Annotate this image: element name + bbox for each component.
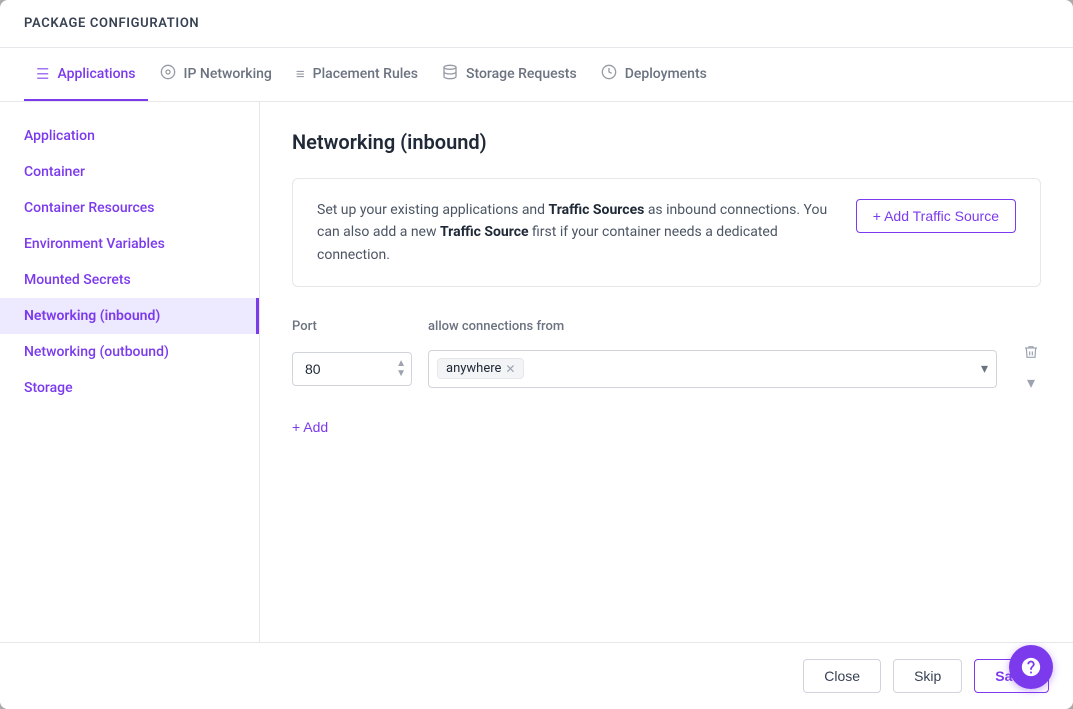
sidebar-item-container-resources[interactable]: Container Resources [0,190,259,226]
tab-ip-networking[interactable]: IP Networking [148,48,284,102]
port-spinners: ▲ ▼ [394,359,408,379]
add-traffic-source-button[interactable]: + Add Traffic Source [856,199,1016,233]
ip-networking-icon [160,64,176,84]
sidebar-item-application[interactable]: Application [0,118,259,154]
storage-requests-icon [442,64,458,84]
sidebar-item-networking-outbound[interactable]: Networking (outbound) [0,334,259,370]
skip-button[interactable]: Skip [893,659,962,693]
row-actions: ▾ [1021,342,1041,395]
sidebar-item-environment-variables[interactable]: Environment Variables [0,226,259,262]
tab-deployments[interactable]: Deployments [589,48,719,102]
section-title: Networking (inbound) [292,130,1041,154]
tab-placement-rules[interactable]: ≡ Placement Rules [284,49,430,101]
field-inputs: ▲ ▼ anywhere ✕ ▾ [292,342,1041,395]
connections-input[interactable]: anywhere ✕ ▾ [428,350,997,388]
connections-label: allow connections from [428,319,1041,334]
field-row: Port allow connections from ▲ ▼ [292,319,1041,395]
sidebar-item-networking-inbound[interactable]: Networking (inbound) [0,298,259,334]
content-area: Networking (inbound) Set up your existin… [260,102,1073,642]
tag-anywhere: anywhere ✕ [437,358,524,379]
delete-row-button[interactable] [1021,342,1041,367]
expand-row-button[interactable]: ▾ [1021,371,1041,395]
port-label: Port [292,319,412,334]
tag-close-button[interactable]: ✕ [505,363,515,375]
tab-applications[interactable]: ☰ Applications [24,49,148,101]
tabs-bar: ☰ Applications IP Networking ≡ Placement… [0,48,1073,102]
tab-storage-requests[interactable]: Storage Requests [430,48,589,102]
deployments-icon [601,64,617,84]
sidebar-item-storage[interactable]: Storage [0,370,259,406]
help-bubble[interactable] [1009,645,1053,689]
modal-header: PACKAGE CONFIGURATION [0,0,1073,48]
sidebar-item-mounted-secrets[interactable]: Mounted Secrets [0,262,259,298]
port-input-wrapper: ▲ ▼ [292,352,412,386]
modal-footer: Close Skip Save [0,642,1073,709]
info-text: Set up your existing applications and Tr… [317,199,832,266]
sidebar: Application Container Container Resource… [0,102,260,642]
info-box: Set up your existing applications and Tr… [292,178,1041,287]
placement-rules-icon: ≡ [296,65,305,83]
applications-icon: ☰ [36,65,49,83]
connections-dropdown-button[interactable]: ▾ [981,360,988,377]
field-labels: Port allow connections from [292,319,1041,334]
port-decrement-button[interactable]: ▼ [394,369,408,379]
add-row-button[interactable]: + Add [292,411,328,443]
close-button[interactable]: Close [803,659,881,693]
sidebar-item-container[interactable]: Container [0,154,259,190]
main-content: Application Container Container Resource… [0,102,1073,642]
